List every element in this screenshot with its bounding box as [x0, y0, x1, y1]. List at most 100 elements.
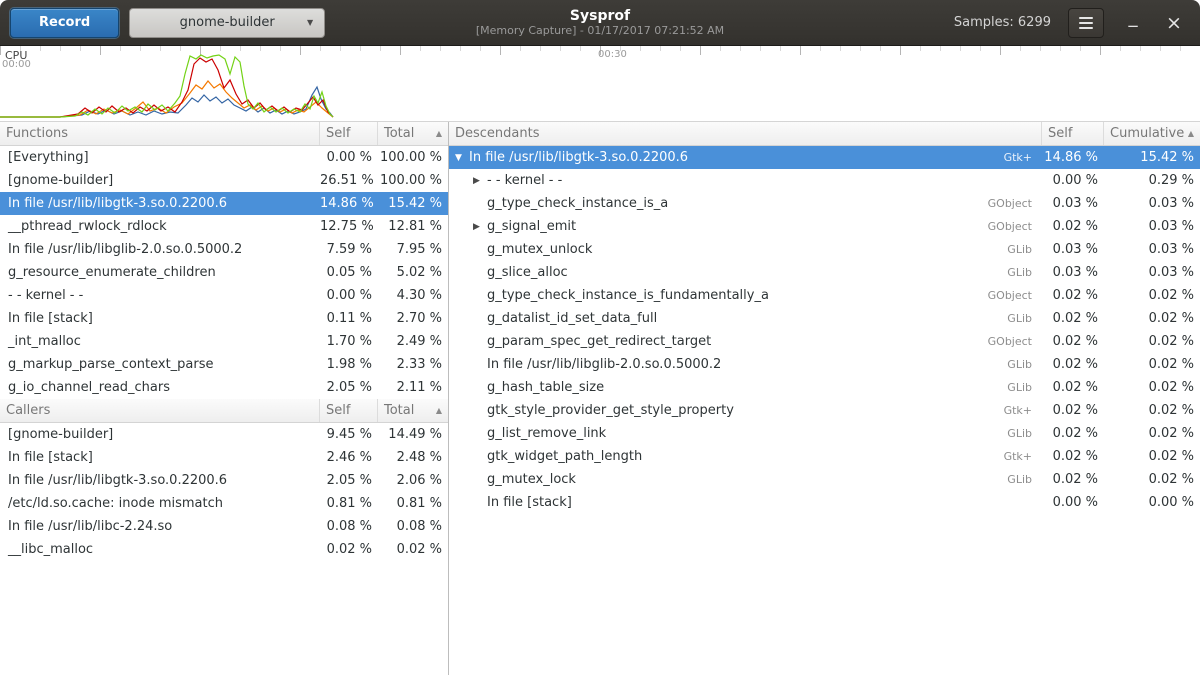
- callers-self-column-header[interactable]: Self: [320, 399, 378, 422]
- total-percent: 2.70 %: [378, 311, 448, 326]
- functions-table-row[interactable]: g_io_channel_read_chars 2.05 % 2.11 %: [0, 376, 448, 399]
- cumulative-percent: 0.02 %: [1104, 311, 1200, 326]
- descendants-table-row[interactable]: ▶ g_signal_emit GObject 0.02 % 0.03 %: [449, 215, 1200, 238]
- functions-table-row[interactable]: _int_malloc 1.70 % 2.49 %: [0, 330, 448, 353]
- total-percent: 0.08 %: [378, 519, 448, 534]
- descendants-table-row[interactable]: gtk_style_provider_get_style_property Gt…: [449, 399, 1200, 422]
- descendant-name: g_hash_table_size: [487, 380, 1007, 395]
- functions-table-row[interactable]: - - kernel - - 0.00 % 4.30 %: [0, 284, 448, 307]
- target-selector-button[interactable]: gnome-builder ▼: [129, 8, 325, 38]
- functions-table-row[interactable]: [gnome-builder] 26.51 % 100.00 %: [0, 169, 448, 192]
- category-label: GLib: [1007, 427, 1032, 440]
- record-button[interactable]: Record: [10, 8, 119, 38]
- descendants-cumulative-column-header[interactable]: Cumulative ▲: [1104, 122, 1200, 145]
- descendants-table-row[interactable]: g_param_spec_get_redirect_target GObject…: [449, 330, 1200, 353]
- timeline-tick-mid: 00:30: [598, 49, 627, 60]
- expander-icon[interactable]: ▶: [473, 176, 487, 186]
- sort-indicator-icon: ▲: [436, 406, 442, 415]
- category-label: GLib: [1007, 381, 1032, 394]
- descendants-table-row[interactable]: In file [stack] 0.00 % 0.00 %: [449, 491, 1200, 514]
- cumulative-percent: 0.02 %: [1104, 380, 1200, 395]
- descendants-table-row[interactable]: gtk_widget_path_length Gtk+ 0.02 % 0.02 …: [449, 445, 1200, 468]
- callers-column-header[interactable]: Callers: [0, 399, 320, 422]
- menu-button[interactable]: [1068, 8, 1104, 38]
- self-percent: 9.45 %: [320, 427, 378, 442]
- total-percent: 2.48 %: [378, 450, 448, 465]
- self-percent: 14.86 %: [320, 196, 378, 211]
- app-subtitle: [Memory Capture] - 01/17/2017 07:21:52 A…: [476, 24, 724, 37]
- functions-table-row[interactable]: [Everything] 0.00 % 100.00 %: [0, 146, 448, 169]
- self-percent: 0.00 %: [320, 288, 378, 303]
- descendants-table-row[interactable]: g_hash_table_size GLib 0.02 % 0.02 %: [449, 376, 1200, 399]
- minimize-button[interactable]: −: [1121, 11, 1145, 35]
- functions-table-body: [Everything] 0.00 % 100.00 % [gnome-buil…: [0, 146, 448, 399]
- descendants-table-row[interactable]: In file /usr/lib/libglib-2.0.so.0.5000.2…: [449, 353, 1200, 376]
- category-label: Gtk+: [1004, 450, 1032, 463]
- descendant-name: g_slice_alloc: [487, 265, 1007, 280]
- category-label: Gtk+: [1004, 151, 1032, 164]
- cumulative-percent: 0.03 %: [1104, 265, 1200, 280]
- self-percent: 0.02 %: [1042, 334, 1104, 349]
- descendants-table-row[interactable]: g_datalist_id_set_data_full GLib 0.02 % …: [449, 307, 1200, 330]
- descendants-column-header[interactable]: Descendants: [449, 122, 1042, 145]
- total-percent: 15.42 %: [378, 196, 448, 211]
- timeline-tick-start: 00:00: [2, 59, 31, 70]
- callgraph-panes: Functions Self Total ▲ [Everything] 0.00…: [0, 122, 1200, 675]
- expander-icon[interactable]: ▼: [455, 153, 469, 163]
- caller-name: In file /usr/lib/libc-2.24.so: [0, 519, 320, 534]
- descendants-table-row[interactable]: g_list_remove_link GLib 0.02 % 0.02 %: [449, 422, 1200, 445]
- callers-table-row[interactable]: In file /usr/lib/libc-2.24.so 0.08 % 0.0…: [0, 515, 448, 538]
- callers-table-header: Callers Self Total ▲: [0, 399, 448, 423]
- descendants-table-row[interactable]: g_slice_alloc GLib 0.03 % 0.03 %: [449, 261, 1200, 284]
- self-percent: 12.75 %: [320, 219, 378, 234]
- self-percent: 14.86 %: [1042, 150, 1104, 165]
- caller-name: [gnome-builder]: [0, 427, 320, 442]
- functions-table-row[interactable]: In file /usr/lib/libglib-2.0.so.0.5000.2…: [0, 238, 448, 261]
- self-percent: 0.00 %: [1042, 173, 1104, 188]
- self-percent: 1.70 %: [320, 334, 378, 349]
- descendants-table-row[interactable]: ▶ - - kernel - - 0.00 % 0.29 %: [449, 169, 1200, 192]
- descendant-name: gtk_style_provider_get_style_property: [487, 403, 1004, 418]
- function-name: In file /usr/lib/libgtk-3.so.0.2200.6: [0, 196, 320, 211]
- close-icon: ×: [1166, 12, 1182, 34]
- callers-table-row[interactable]: __libc_malloc 0.02 % 0.02 %: [0, 538, 448, 561]
- descendant-name: g_datalist_id_set_data_full: [487, 311, 1007, 326]
- expander-icon[interactable]: ▶: [473, 222, 487, 232]
- descendants-table-row[interactable]: g_type_check_instance_is_a GObject 0.03 …: [449, 192, 1200, 215]
- cumulative-percent: 0.02 %: [1104, 403, 1200, 418]
- descendant-name: g_param_spec_get_redirect_target: [487, 334, 988, 349]
- self-percent: 7.59 %: [320, 242, 378, 257]
- functions-table-row[interactable]: In file /usr/lib/libgtk-3.so.0.2200.6 14…: [0, 192, 448, 215]
- descendants-self-column-header[interactable]: Self: [1042, 122, 1104, 145]
- functions-self-column-header[interactable]: Self: [320, 122, 378, 145]
- functions-total-column-header[interactable]: Total ▲: [378, 122, 448, 145]
- descendant-name: g_signal_emit: [487, 219, 988, 234]
- functions-table-row[interactable]: g_markup_parse_context_parse 1.98 % 2.33…: [0, 353, 448, 376]
- callers-table-row[interactable]: In file [stack] 2.46 % 2.48 %: [0, 446, 448, 469]
- functions-table-row[interactable]: In file [stack] 0.11 % 2.70 %: [0, 307, 448, 330]
- callers-table-row[interactable]: In file /usr/lib/libgtk-3.so.0.2200.6 2.…: [0, 469, 448, 492]
- close-button[interactable]: ×: [1162, 11, 1186, 35]
- descendant-name: gtk_widget_path_length: [487, 449, 1004, 464]
- functions-table-row[interactable]: __pthread_rwlock_rdlock 12.75 % 12.81 %: [0, 215, 448, 238]
- caller-name: In file [stack]: [0, 450, 320, 465]
- descendants-table-row[interactable]: g_mutex_unlock GLib 0.03 % 0.03 %: [449, 238, 1200, 261]
- descendants-table-row[interactable]: ▼ In file /usr/lib/libgtk-3.so.0.2200.6 …: [449, 146, 1200, 169]
- functions-column-header[interactable]: Functions: [0, 122, 320, 145]
- self-percent: 0.03 %: [1042, 265, 1104, 280]
- descendants-empty-area: [449, 514, 1200, 675]
- callers-table-row[interactable]: /etc/ld.so.cache: inode mismatch 0.81 % …: [0, 492, 448, 515]
- headerbar-right: Samples: 6299 − ×: [954, 8, 1190, 38]
- self-percent: 0.03 %: [1042, 196, 1104, 211]
- function-name: _int_malloc: [0, 334, 320, 349]
- callers-table-row[interactable]: [gnome-builder] 9.45 % 14.49 %: [0, 423, 448, 446]
- descendant-name: In file /usr/lib/libgtk-3.so.0.2200.6: [469, 150, 1004, 165]
- sort-indicator-icon: ▲: [436, 129, 442, 138]
- cpu-timeline[interactable]: CPU 00:00 00:30: [0, 46, 1200, 122]
- cumulative-percent: 0.02 %: [1104, 449, 1200, 464]
- chevron-down-icon: ▼: [307, 18, 313, 27]
- descendants-table-row[interactable]: g_mutex_lock GLib 0.02 % 0.02 %: [449, 468, 1200, 491]
- functions-table-row[interactable]: g_resource_enumerate_children 0.05 % 5.0…: [0, 261, 448, 284]
- descendants-table-row[interactable]: g_type_check_instance_is_fundamentally_a…: [449, 284, 1200, 307]
- callers-total-column-header[interactable]: Total ▲: [378, 399, 448, 422]
